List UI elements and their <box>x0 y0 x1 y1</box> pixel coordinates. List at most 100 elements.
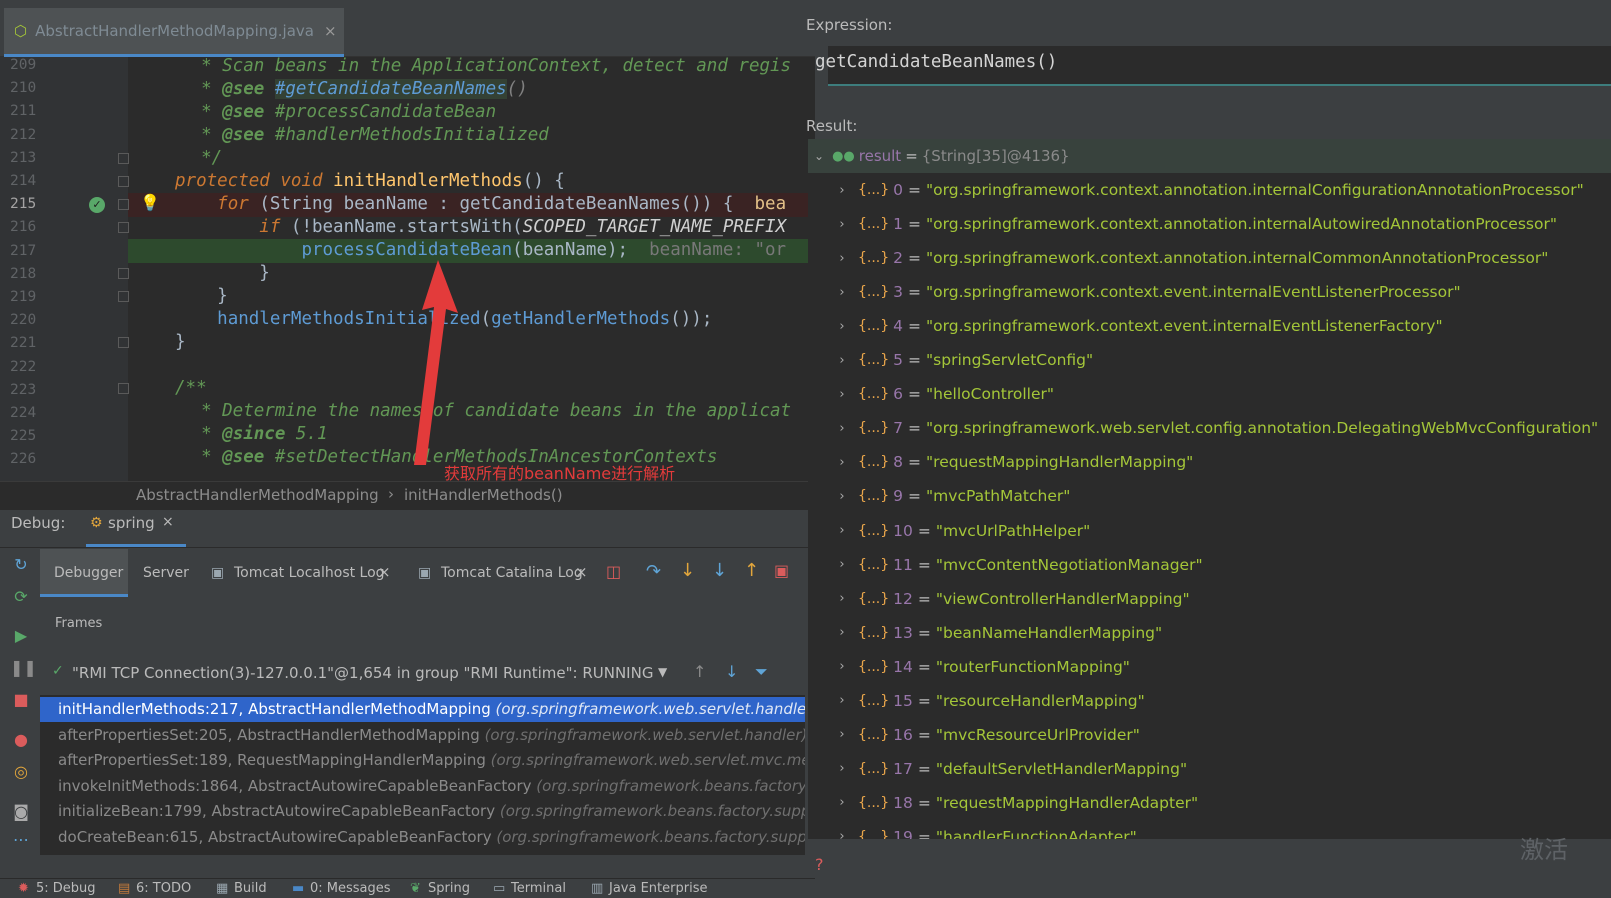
chevron-down-icon[interactable]: ▼ <box>658 665 667 679</box>
mute-breakpoints-icon[interactable]: ◎ <box>10 762 32 784</box>
next-frame-icon[interactable]: ↓ <box>725 662 738 681</box>
chevron-right-icon[interactable]: › <box>832 455 852 470</box>
result-item[interactable]: › {...} 1 = "org.springframework.context.ann… <box>832 207 1557 241</box>
chevron-right-icon[interactable]: › <box>832 659 852 674</box>
close-tab-icon[interactable]: × <box>324 22 337 40</box>
chevron-right-icon[interactable]: › <box>832 353 852 368</box>
status-bar-button[interactable]: Java Enterprise <box>609 881 707 896</box>
stack-frame[interactable]: afterPropertiesSet:189, RequestMappingHa… <box>40 748 805 773</box>
help-icon[interactable]: ? <box>815 855 824 874</box>
resume-icon[interactable]: ▶ <box>10 626 32 648</box>
chevron-right-icon[interactable]: › <box>832 421 852 436</box>
chevron-right-icon[interactable]: › <box>832 251 852 266</box>
debug-session-tab[interactable]: ⚙ spring × <box>86 510 186 547</box>
more-icon[interactable]: ⋯ <box>10 830 32 852</box>
result-item[interactable]: › {...} 5 = "springServletConfig" <box>832 343 1093 377</box>
result-item[interactable]: › {...} 14 = "routerFunctionMapping" <box>832 650 1130 684</box>
tab-tomcat-catalina-log[interactable]: Tomcat Catalina Log <box>441 565 583 581</box>
result-item[interactable]: › {...} 17 = "defaultServletHandlerMapping" <box>832 752 1187 786</box>
fold-marker-icon[interactable] <box>118 153 129 164</box>
chevron-right-icon[interactable]: › <box>832 523 852 538</box>
result-item[interactable]: › {...} 11 = "mvcContentNegotiationManager" <box>832 548 1202 582</box>
chevron-right-icon[interactable]: › <box>832 387 852 402</box>
restore-layout-icon[interactable]: ◫ <box>606 562 621 581</box>
result-item[interactable]: › {...} 9 = "mvcPathMatcher" <box>832 479 1070 513</box>
tab-tomcat-localhost-log[interactable]: Tomcat Localhost Log <box>234 565 385 581</box>
step-over-icon[interactable]: ↷ <box>646 561 661 582</box>
chevron-right-icon[interactable]: › <box>832 829 852 839</box>
close-tab-icon[interactable]: × <box>575 563 588 581</box>
view-breakpoints-icon[interactable]: ● <box>10 730 32 752</box>
status-bar-button[interactable]: Build <box>234 881 267 896</box>
status-bar-button[interactable]: 5: Debug <box>36 881 96 896</box>
stack-frame[interactable]: initHandlerMethods:217, AbstractHandlerM… <box>40 697 805 722</box>
pause-icon[interactable]: ❚❚ <box>10 658 37 680</box>
tab-server[interactable]: Server <box>143 565 189 581</box>
close-tab-icon[interactable]: × <box>378 563 391 581</box>
chevron-right-icon[interactable]: › <box>832 693 852 708</box>
chevron-right-icon[interactable]: › <box>832 489 852 504</box>
fold-marker-icon[interactable] <box>118 337 129 348</box>
lightbulb-icon[interactable]: 💡 <box>140 193 160 212</box>
chevron-right-icon[interactable]: › <box>832 285 852 300</box>
camera-icon[interactable]: ◙ <box>10 802 32 824</box>
result-root-row[interactable]: ⌄ ●● result = {String[35]@4136} <box>808 139 1611 173</box>
stack-frame[interactable]: doCreateBean:615, AbstractAutowireCapabl… <box>40 825 805 850</box>
chevron-right-icon[interactable]: › <box>832 591 852 606</box>
result-item[interactable]: › {...} 8 = "requestMappingHandlerMapping" <box>832 445 1193 479</box>
breadcrumb-method[interactable]: initHandlerMethods() <box>404 486 563 504</box>
result-item[interactable]: › {...} 2 = "org.springframework.context.ann… <box>832 241 1548 275</box>
force-step-into-icon[interactable]: ↓ <box>712 560 727 581</box>
result-item[interactable]: › {...} 0 = "org.springframework.context.ann… <box>832 173 1583 207</box>
stack-frame[interactable]: initializeBean:1799, AbstractAutowireCap… <box>40 799 805 824</box>
result-item[interactable]: › {...} 7 = "org.springframework.web.servlet… <box>832 411 1598 445</box>
close-session-icon[interactable]: × <box>162 514 174 530</box>
fold-marker-icon[interactable] <box>118 199 129 210</box>
drop-frame-icon[interactable]: ▣ <box>774 561 789 580</box>
tab-debugger[interactable]: Debugger <box>40 549 128 597</box>
status-bar-button[interactable]: Terminal <box>511 881 566 896</box>
status-bar-button[interactable]: 0: Messages <box>310 881 391 896</box>
editor-tab[interactable]: ⬡ AbstractHandlerMethodMapping.java × <box>4 8 344 57</box>
result-item[interactable]: › {...} 18 = "requestMappingHandlerAdapter" <box>832 786 1198 820</box>
status-bar-button[interactable]: 6: TODO <box>136 881 191 896</box>
chevron-right-icon[interactable]: › <box>832 557 852 572</box>
chevron-right-icon[interactable]: › <box>832 795 852 810</box>
result-item[interactable]: › {...} 10 = "mvcUrlPathHelper" <box>832 514 1090 548</box>
restart-icon[interactable]: ⟳ <box>10 587 32 609</box>
chevron-right-icon[interactable]: › <box>832 727 852 742</box>
result-item[interactable]: › {...} 4 = "org.springframework.context.eve… <box>832 309 1442 343</box>
expression-input[interactable]: getCandidateBeanNames() <box>815 46 1611 86</box>
thread-selector[interactable]: ✓ "RMI TCP Connection(3)-127.0.0.1"@1,65… <box>40 655 680 691</box>
step-into-icon[interactable]: ↓ <box>680 560 695 581</box>
fold-marker-icon[interactable] <box>118 383 129 394</box>
chevron-down-icon[interactable]: ⌄ <box>814 149 824 163</box>
fold-marker-icon[interactable] <box>118 291 129 302</box>
filter-icon[interactable]: ⏷ <box>755 662 768 682</box>
fold-marker-icon[interactable] <box>118 176 129 187</box>
result-item[interactable]: › {...} 16 = "mvcResourceUrlProvider" <box>832 718 1140 752</box>
result-item[interactable]: › {...} 6 = "helloController" <box>832 377 1054 411</box>
fold-marker-icon[interactable] <box>118 222 129 233</box>
breadcrumb-class[interactable]: AbstractHandlerMethodMapping <box>136 486 379 504</box>
previous-frame-icon[interactable]: ↑ <box>693 662 706 681</box>
fold-marker-icon[interactable] <box>118 268 129 279</box>
result-item[interactable]: › {...} 3 = "org.springframework.context.eve… <box>832 275 1460 309</box>
stop-icon[interactable]: ■ <box>10 690 32 712</box>
step-out-icon[interactable]: ↑ <box>744 560 759 581</box>
verified-breakpoint-icon[interactable]: ✓ <box>89 197 105 213</box>
stack-frame[interactable]: afterPropertiesSet:205, AbstractHandlerM… <box>40 723 805 748</box>
item-index: 2 <box>893 249 904 268</box>
chevron-right-icon[interactable]: › <box>832 761 852 776</box>
status-bar-button[interactable]: Spring <box>428 881 470 896</box>
result-item[interactable]: › {...} 13 = "beanNameHandlerMapping" <box>832 616 1162 650</box>
rerun-icon[interactable]: ↻ <box>10 555 32 577</box>
result-item[interactable]: › {...} 19 = "handlerFunctionAdapter" <box>832 820 1136 839</box>
chevron-right-icon[interactable]: › <box>832 217 852 232</box>
chevron-right-icon[interactable]: › <box>832 183 852 198</box>
chevron-right-icon[interactable]: › <box>832 319 852 334</box>
chevron-right-icon[interactable]: › <box>832 625 852 640</box>
result-item[interactable]: › {...} 12 = "viewControllerHandlerMapping" <box>832 582 1189 616</box>
stack-frame[interactable]: invokeInitMethods:1864, AbstractAutowire… <box>40 774 805 799</box>
result-item[interactable]: › {...} 15 = "resourceHandlerMapping" <box>832 684 1144 718</box>
